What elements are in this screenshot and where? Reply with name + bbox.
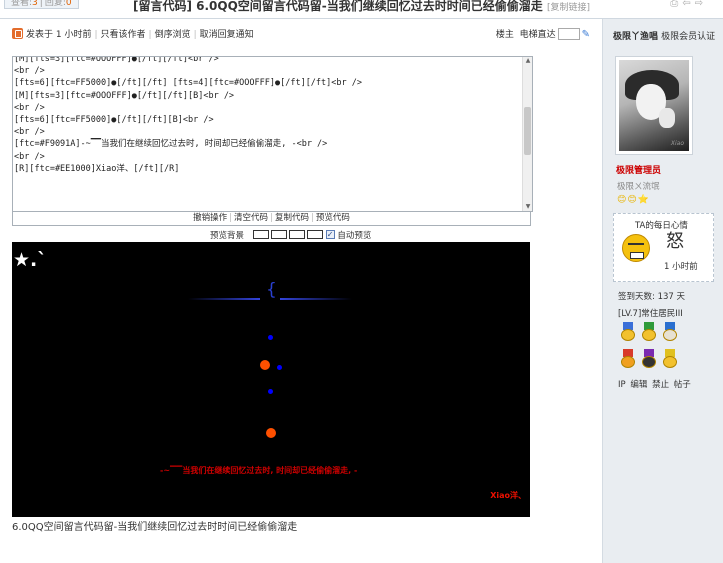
blue-dot-3 [268,389,273,394]
mood-word: 怒 [666,231,684,252]
medal-icon[interactable] [619,322,637,342]
rank-icons: 😊😊⭐ [617,195,650,205]
vip-badge: 极限会员认证 [661,32,716,42]
thread-title: [留言代码] 6.0QQ空间留言代码留-当我们继续回忆过去时时间已经偷偷溜走 [… [133,0,590,14]
bg-swatch-2[interactable] [270,230,287,239]
avatar-image: Xiao [619,60,689,151]
code-textarea[interactable]: [M][fts=3][ftc=#OOOFFF]●[/ft][/ft]<br />… [12,56,533,212]
preview-brace: { [266,280,277,300]
code-line: <br /> [14,102,45,113]
code-preview: ★.` { -~▔▔当我们在继续回忆过去时, 时间却已经偷偷溜走, - Xiao… [12,242,530,517]
thread-title-text: [留言代码] 6.0QQ空间留言代码留-当我们继续回忆过去时时间已经偷偷溜走 [133,0,543,13]
code-line: [fts=6][ftc=FF5000]●[/ft][/ft] [fts=4][f… [14,78,362,89]
medal-icon[interactable] [661,322,679,342]
medal-icon[interactable] [619,349,637,369]
cancel-notify-link[interactable]: 取消回复通知 [200,30,254,40]
next-thread-icon[interactable]: ⇨ [695,0,707,9]
code-line: <br /> [14,66,45,77]
floor-label: 楼主 [495,30,514,40]
signin-days: 签到天数: 137 天 [618,292,685,302]
jump-floor-input[interactable] [557,28,580,40]
undo-button[interactable]: 撤销操作 [193,213,227,223]
edit-link[interactable]: 编辑 [630,380,647,390]
bg-swatch-3[interactable] [288,230,305,239]
scroll-up-icon[interactable]: ▲ [524,57,532,65]
jump-label: 电梯直达 [519,30,556,40]
right-dash [280,298,352,300]
only-author-link[interactable]: 只看该作者 [101,30,146,40]
daily-mood-box: TA的每日心情 怒 1 小时前 [613,213,714,282]
preview-code-button[interactable]: 预览代码 [316,213,350,223]
code-line: [R][ftc=#EE1000]Xiao洋、[/ft][/R] [14,163,180,174]
replies-label: 回复: [44,0,66,8]
orange-dot-2 [266,428,276,438]
scroll-thumb[interactable] [524,107,531,155]
medal-icon[interactable] [640,349,658,369]
reverse-order-link[interactable]: 倒序浏览 [155,30,191,40]
preview-signature-line: -~▔▔当我们在继续回忆过去时, 时间却已经偷偷溜走, - [160,466,358,475]
print-icon[interactable]: ⎙ [670,0,682,9]
code-line: <br /> [14,127,45,138]
user-group[interactable]: 极限管理员 [616,163,661,176]
ban-link[interactable]: 禁止 [652,380,669,390]
forum-thread-page: 查看:3 | 回复:0 [留言代码] 6.0QQ空间留言代码留-当我们继续回忆过去时… [0,0,723,563]
thread-stats: 查看:3 | 回复:0 [4,0,79,9]
code-line: [M][fts=3][ftc=#OOOFFF]●[/ft][/ft]<br /> [14,56,219,64]
medal-icon[interactable] [661,349,679,369]
mood-time: 1 小时前 [664,262,698,272]
code-scrollbar[interactable]: ▲ ▼ [522,57,532,211]
posts-link[interactable]: 帖子 [674,380,691,390]
code-line: [M][fts=3][ftc=#OOOFFF]●[/ft][/ft][B]<br… [14,90,235,101]
mood-title: TA的每日心情 [635,221,688,231]
copy-link-button[interactable]: [复制链接] [547,3,590,13]
posted-time: 发表于 1 小时前 [26,30,92,40]
auto-preview-label: 自动预览 [337,231,372,241]
preview-bg-label: 预览背景 [210,231,245,241]
author-header: 极限丫渔唱 极限会员认证 [613,29,715,42]
code-toolbar: 撤销操作 | 清空代码 | 复制代码 | 预览代码 [12,212,531,226]
user-level: [LV.7]常住居民III [618,309,683,319]
medal-list [619,322,691,376]
preview-star-text: ★.` [13,249,47,271]
auto-preview-checkbox[interactable] [325,229,335,241]
left-dash [188,298,260,300]
jump-icon[interactable]: ✎ [582,28,590,42]
views-count: 3 [32,0,38,8]
post-icon [12,28,23,39]
medal-icon[interactable] [640,322,658,342]
code-line: [ftc=#F9091A]-~▔▔当我们在继续回忆过去时, 时间却已经偷偷溜走,… [14,139,328,150]
post-meta: 发表于 1 小时前 | 只看该作者 | 倒序浏览 | 取消回复通知 楼主 电梯直达 ✎ [12,28,590,42]
prev-thread-icon[interactable]: ⇦ [682,0,694,9]
admin-actions: IP 编辑 禁止 帖子 [618,378,691,390]
author-sidebar: 极限丫渔唱 极限会员认证 Xiao 极限管理员 极限ㄨ流氓 😊😊⭐ TA的每日心… [602,19,723,563]
ip-link[interactable]: IP [618,380,626,390]
preview-signature-name: Xiao洋、 [490,491,526,500]
user-subtitle: 极限ㄨ流氓 [617,182,660,192]
post-footer-title: 6.0QQ空间留言代码留-当我们继续回忆过去时时间已经偷偷溜走 [12,522,298,533]
angry-face-icon [622,234,650,262]
thread-header: 查看:3 | 回复:0 [留言代码] 6.0QQ空间留言代码留-当我们继续回忆过去时… [0,0,723,19]
orange-dot-1 [260,360,270,370]
author-name[interactable]: 极限丫渔唱 [613,32,658,42]
code-text: [M][fts=3][ftc=#OOOFFF]●[/ft][/ft]<br />… [14,56,362,175]
copy-code-button[interactable]: 复制代码 [275,213,309,223]
blue-dot-2 [277,365,282,370]
clear-button[interactable]: 清空代码 [234,213,268,223]
avatar-signature: Xiao [670,140,684,147]
views-label: 查看: [11,0,33,8]
post-body: 发表于 1 小时前 | 只看该作者 | 倒序浏览 | 取消回复通知 楼主 电梯直达 ✎ [M]… [0,19,602,563]
avatar[interactable]: Xiao [615,56,693,155]
code-line: [fts=6][ftc=FF5000]●[/ft][/ft][B]<br /> [14,115,214,126]
blue-dot-1 [268,335,273,340]
code-line: <br /> [14,151,45,162]
bg-swatch-1[interactable] [252,230,269,239]
replies-count: 0 [65,0,72,8]
bg-swatch-4[interactable] [306,230,323,239]
preview-options: 预览背景 自动预览 [210,229,372,242]
floor-controls: 楼主 电梯直达 ✎ [496,28,590,42]
thread-nav-icons: ⎙⇦⇨ [670,0,707,9]
scroll-down-icon[interactable]: ▼ [524,203,532,211]
